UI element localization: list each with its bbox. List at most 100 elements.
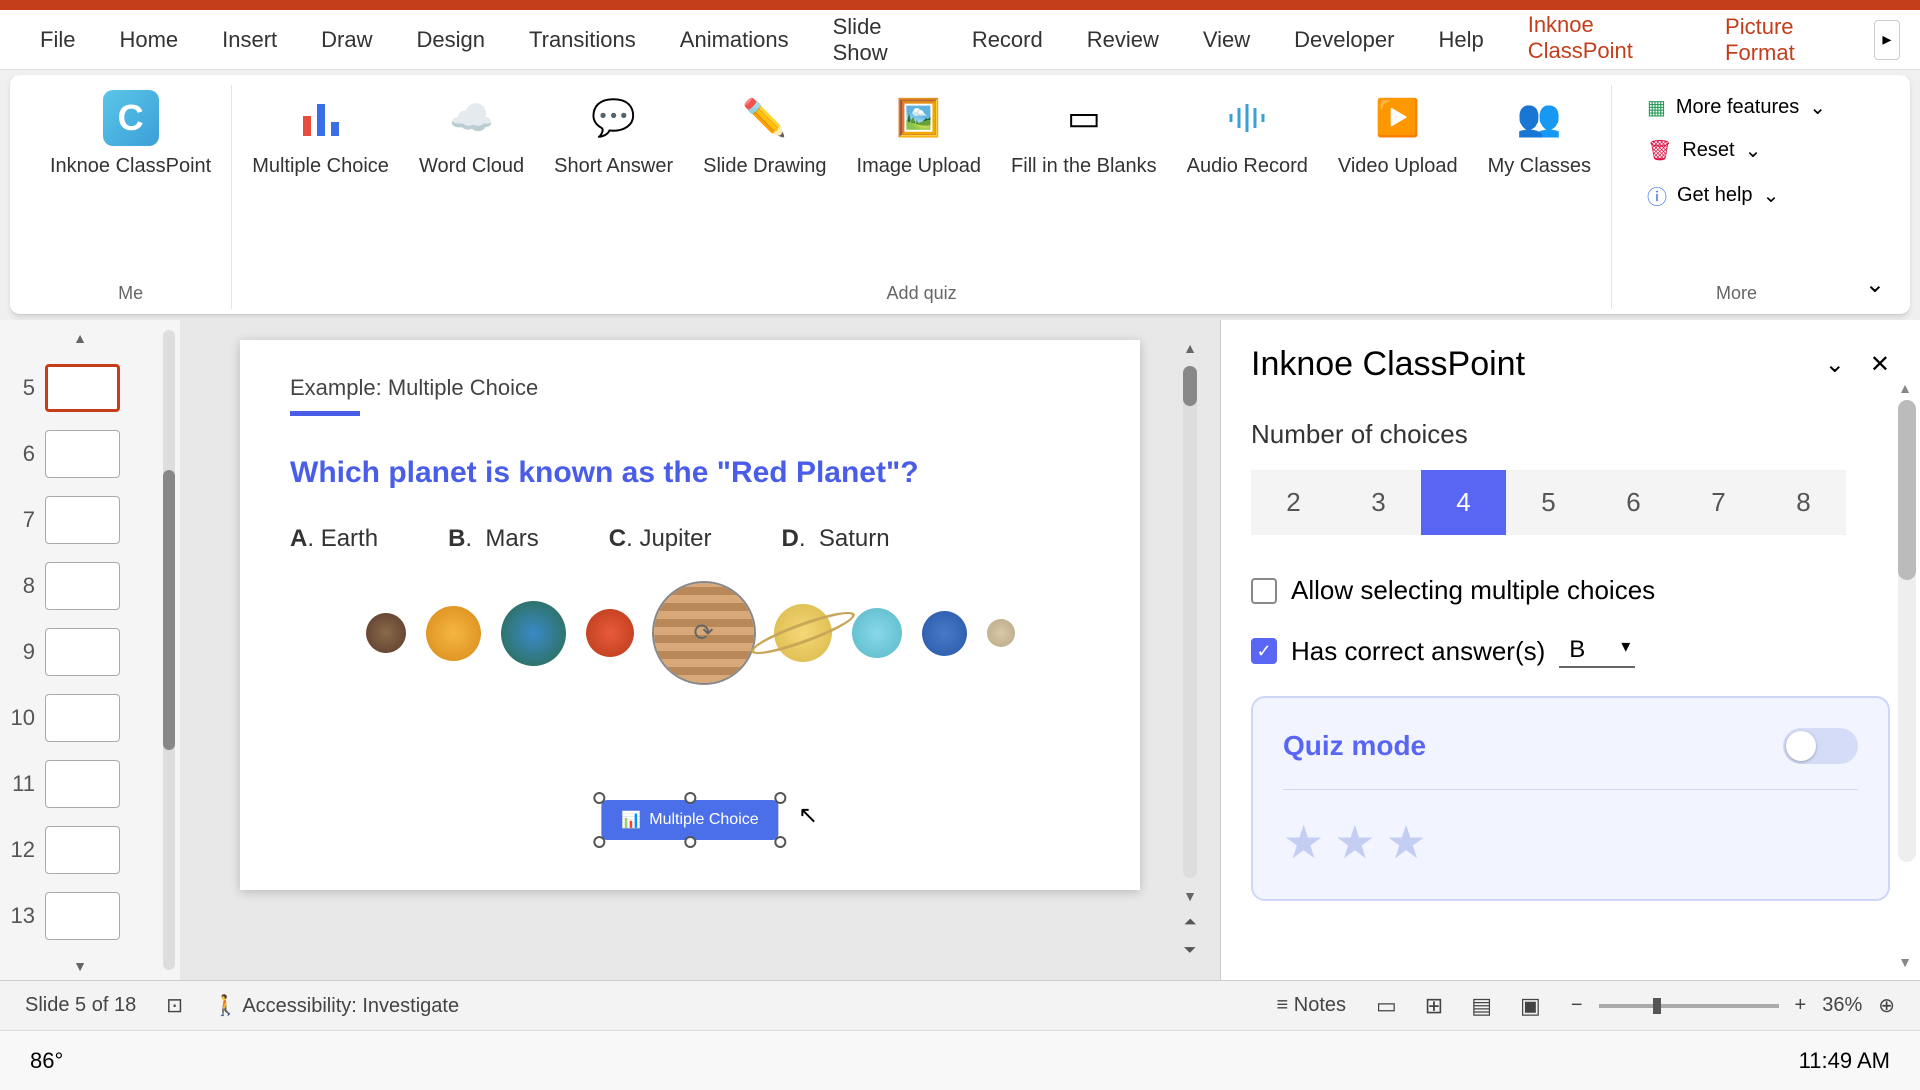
close-panel-icon[interactable]: ✕	[1870, 350, 1890, 379]
zoom-level[interactable]: 36%	[1822, 994, 1862, 1017]
correct-answer-select[interactable]: B	[1559, 634, 1635, 668]
choice-4[interactable]: 4	[1421, 470, 1506, 535]
slide-thumbnail-7[interactable]	[45, 496, 120, 544]
star-icon[interactable]: ★	[1283, 815, 1324, 869]
choice-2[interactable]: 2	[1251, 470, 1336, 535]
tab-transitions[interactable]: Transitions	[509, 15, 656, 65]
allow-multiple-checkbox[interactable]	[1251, 578, 1277, 604]
ribbon-collapse-icon[interactable]: ⌄	[1865, 270, 1885, 299]
normal-view-icon[interactable]: ▭	[1376, 993, 1397, 1019]
multiple-choice-button[interactable]: Multiple Choice	[247, 85, 394, 183]
ribbon-expander-icon[interactable]: ▸	[1874, 20, 1900, 60]
selection-handle[interactable]	[684, 836, 696, 848]
word-cloud-button[interactable]: ☁️ Word Cloud	[414, 85, 529, 183]
get-help-button[interactable]: ⓘ Get help ⌄	[1647, 181, 1826, 210]
selection-handle[interactable]	[775, 836, 787, 848]
audio-record-button[interactable]: Audio Record	[1182, 85, 1313, 183]
slide-thumbnail-11[interactable]	[45, 760, 120, 808]
rotate-handle-icon[interactable]: ⟳	[693, 619, 713, 648]
scroll-up-icon[interactable]: ▲	[1183, 340, 1197, 356]
speech-bubble-icon: 💬	[586, 90, 642, 146]
choice-5[interactable]: 5	[1506, 470, 1591, 535]
panel-scroll-down-icon[interactable]: ▼	[1898, 954, 1912, 970]
choice-8[interactable]: 8	[1761, 470, 1846, 535]
slide-thumbnail-10[interactable]	[45, 694, 120, 742]
slide-thumbnail-8[interactable]	[45, 562, 120, 610]
thumb-scroll-up-icon[interactable]: ▲	[5, 330, 155, 346]
panel-scroll-up-icon[interactable]: ▲	[1898, 380, 1912, 396]
thumb-scroll-down-icon[interactable]: ▼	[5, 958, 155, 974]
reading-view-icon[interactable]: ▤	[1471, 993, 1492, 1019]
next-slide-icon[interactable]: ⏷	[1184, 942, 1197, 960]
quiz-mode-toggle[interactable]	[1783, 728, 1858, 764]
selection-handle[interactable]	[775, 792, 787, 804]
tab-review[interactable]: Review	[1067, 15, 1179, 65]
panel-scrollbar[interactable]	[1898, 400, 1916, 862]
tab-picture-format[interactable]: Picture Format	[1705, 2, 1870, 78]
slide-canvas[interactable]: Example: Multiple Choice Which planet is…	[240, 340, 1140, 890]
scrollbar-handle[interactable]	[163, 470, 175, 750]
star-icon[interactable]: ★	[1386, 815, 1427, 869]
tab-slideshow[interactable]: Slide Show	[813, 2, 948, 78]
has-correct-row[interactable]: ✓ Has correct answer(s) B	[1251, 634, 1890, 668]
tab-view[interactable]: View	[1183, 15, 1270, 65]
choice-3[interactable]: 3	[1336, 470, 1421, 535]
thumbnail-scrollbar[interactable]	[163, 330, 175, 970]
zoom-out-icon[interactable]: −	[1571, 994, 1583, 1017]
choice-6[interactable]: 6	[1591, 470, 1676, 535]
sorter-view-icon[interactable]: ⊞	[1425, 993, 1443, 1019]
label: Multiple Choice	[252, 154, 389, 178]
multiple-choice-quiz-button[interactable]: 📊 Multiple Choice	[601, 800, 778, 840]
selection-handle[interactable]	[593, 792, 605, 804]
slideshow-view-icon[interactable]: ▣	[1520, 993, 1541, 1019]
tab-developer[interactable]: Developer	[1274, 15, 1414, 65]
notes-button[interactable]: ≡ Notes	[1277, 994, 1346, 1017]
scroll-down-icon[interactable]: ▼	[1183, 888, 1197, 904]
weather-widget[interactable]: 86°	[30, 1048, 63, 1074]
slide-thumbnail-9[interactable]	[45, 628, 120, 676]
slide-thumbnail-12[interactable]	[45, 826, 120, 874]
slide-counter[interactable]: Slide 5 of 18	[25, 994, 136, 1017]
zoom-knob[interactable]	[1653, 998, 1661, 1014]
tab-animations[interactable]: Animations	[660, 15, 809, 65]
scroll-handle[interactable]	[1183, 366, 1197, 406]
tab-design[interactable]: Design	[397, 15, 505, 65]
scroll-track[interactable]	[1183, 366, 1197, 878]
tab-home[interactable]: Home	[99, 15, 198, 65]
tab-draw[interactable]: Draw	[301, 15, 392, 65]
star-icon[interactable]: ★	[1334, 815, 1375, 869]
slide-thumbnail-13[interactable]	[45, 892, 120, 940]
tab-insert[interactable]: Insert	[202, 15, 297, 65]
panel-scroll-handle[interactable]	[1898, 400, 1916, 580]
more-features-button[interactable]: ▦ More features ⌄	[1647, 95, 1826, 120]
reset-button[interactable]: 🗑 Reset ⌄	[1647, 138, 1826, 163]
prev-slide-icon[interactable]: ⏶	[1184, 914, 1197, 932]
video-upload-button[interactable]: ▶️ Video Upload	[1333, 85, 1463, 183]
selection-handle[interactable]	[684, 792, 696, 804]
clock[interactable]: 11:49 AM	[1799, 1048, 1890, 1074]
accessibility-status[interactable]: 🚶 Accessibility: Investigate	[213, 993, 459, 1018]
choice-7[interactable]: 7	[1676, 470, 1761, 535]
my-classes-button[interactable]: 👥 My Classes	[1483, 85, 1596, 183]
display-settings-icon[interactable]: ⊡	[166, 993, 183, 1018]
zoom-slider[interactable]	[1599, 1004, 1779, 1008]
slide-drawing-button[interactable]: ✏️ Slide Drawing	[698, 85, 831, 183]
tab-file[interactable]: File	[20, 15, 95, 65]
difficulty-stars[interactable]: ★ ★ ★	[1283, 815, 1858, 869]
inknoe-classpoint-button[interactable]: C Inknoe ClassPoint	[45, 85, 216, 183]
tab-inknoe-classpoint[interactable]: Inknoe ClassPoint	[1508, 0, 1701, 79]
slide-thumbnail-5[interactable]	[45, 364, 120, 412]
fit-to-window-icon[interactable]: ⊕	[1878, 993, 1895, 1018]
has-correct-checkbox[interactable]: ✓	[1251, 638, 1277, 664]
zoom-in-icon[interactable]: +	[1795, 994, 1807, 1017]
allow-multiple-row[interactable]: Allow selecting multiple choices	[1251, 575, 1890, 606]
fill-blanks-button[interactable]: ▭ Fill in the Blanks	[1006, 85, 1162, 183]
tab-record[interactable]: Record	[952, 15, 1063, 65]
selection-handle[interactable]	[593, 836, 605, 848]
slide-thumbnail-6[interactable]	[45, 430, 120, 478]
tab-help[interactable]: Help	[1418, 15, 1503, 65]
short-answer-button[interactable]: 💬 Short Answer	[549, 85, 678, 183]
collapse-panel-icon[interactable]: ⌄	[1825, 350, 1845, 379]
planet-jupiter[interactable]: ⟳	[654, 583, 754, 683]
image-upload-button[interactable]: 🖼️ Image Upload	[852, 85, 987, 183]
